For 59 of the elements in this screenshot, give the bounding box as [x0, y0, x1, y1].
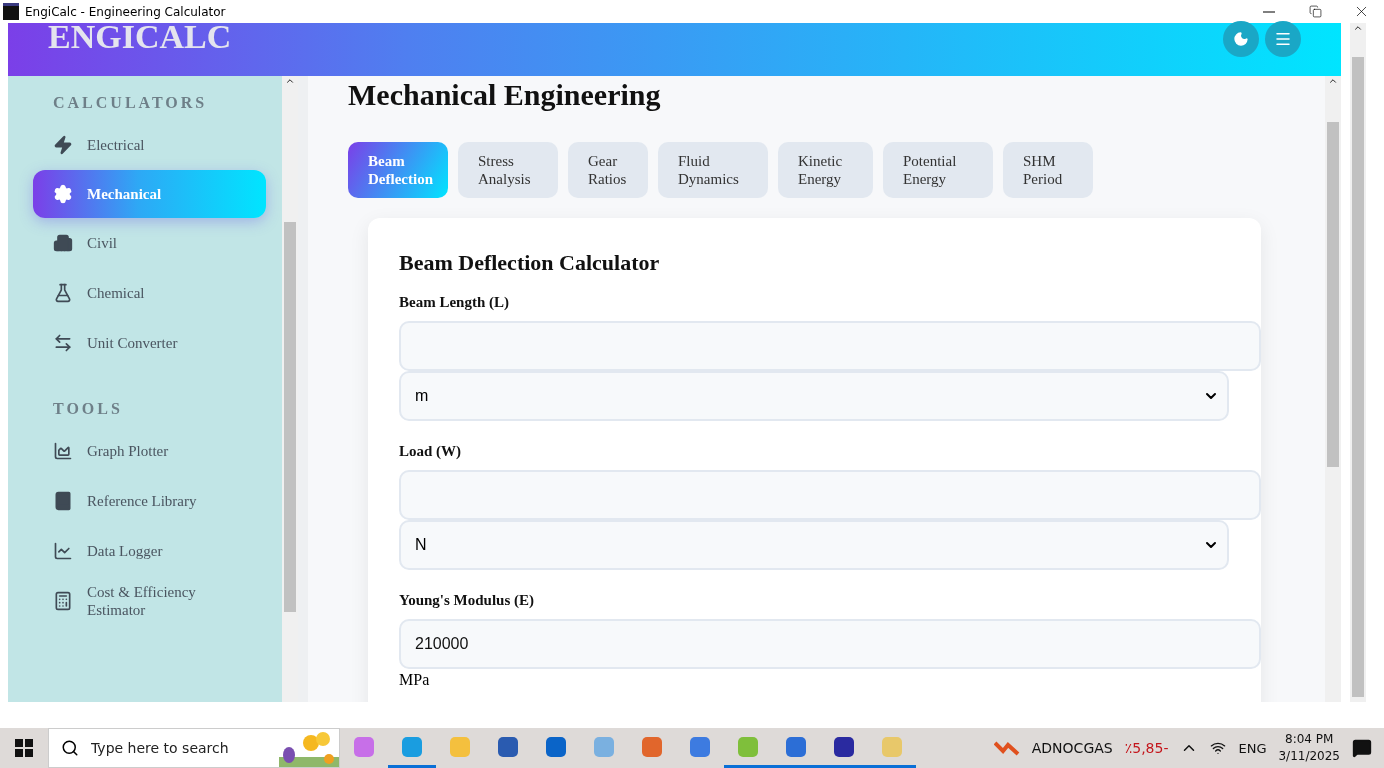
scroll-up-icon[interactable] — [285, 76, 295, 86]
search-icon — [61, 739, 79, 757]
clock[interactable]: 8:04 PM 3/11/2025 — [1278, 731, 1340, 765]
window-scrollbar[interactable] — [1350, 23, 1366, 702]
tab[interactable]: Fluid Dynamics — [658, 142, 768, 198]
line-chart-icon — [53, 541, 73, 561]
scroll-up-icon[interactable] — [1353, 23, 1363, 33]
language-indicator[interactable]: ENG — [1238, 740, 1267, 756]
search-field[interactable]: Type here to search — [89, 739, 263, 757]
menu-button[interactable] — [1265, 20, 1301, 57]
flask-icon — [53, 283, 73, 303]
sidebar-item[interactable]: Chemical — [33, 280, 266, 306]
restore-icon — [1308, 5, 1322, 18]
wifi-icon[interactable] — [1210, 740, 1227, 756]
swap-arrows-icon — [53, 333, 73, 353]
page-title: Mechanical Engineering — [348, 78, 662, 112]
input-field[interactable] — [399, 321, 1261, 371]
dark-mode-button[interactable] — [1223, 20, 1259, 57]
field-label: Beam Length (L) — [399, 294, 510, 311]
sidebar-item[interactable]: Electrical — [33, 132, 266, 158]
unit-label: MPa — [399, 671, 431, 689]
tab[interactable]: Potential Energy — [883, 142, 993, 198]
minimize-icon — [1263, 10, 1275, 13]
area-chart-icon — [53, 441, 73, 461]
sidebar-item[interactable]: Unit Converter — [33, 330, 266, 356]
tab[interactable]: Gear Ratios — [568, 142, 648, 198]
gear-icon — [53, 184, 73, 204]
windows-logo-icon — [15, 739, 33, 757]
field-label: Young's Modulus (E) — [399, 592, 536, 609]
book-icon — [53, 491, 73, 511]
sidebar-item[interactable]: Civil — [33, 230, 266, 256]
stock-name: ADNOCGAS — [1031, 740, 1113, 756]
search-bar[interactable]: Type here to search — [48, 728, 340, 768]
sidebar-item[interactable]: Cost & Efficiency Estimator — [33, 588, 266, 614]
tab[interactable]: Stress Analysis — [458, 142, 558, 198]
sidebar-item[interactable]: Data Logger — [33, 538, 266, 564]
input-field[interactable]: 210000 — [399, 619, 1261, 669]
tab[interactable]: SHM Period — [1003, 142, 1093, 198]
flowers-drawing — [279, 729, 339, 767]
tab[interactable]: Beam Deflection — [348, 142, 448, 198]
section-title: CALCULATORS — [53, 94, 209, 112]
sidebar-item[interactable]: Reference Library — [33, 488, 266, 514]
scroll-up-icon[interactable] — [1328, 76, 1338, 86]
stock-change: ٪5,85- — [1124, 740, 1169, 756]
moon-icon — [1233, 30, 1249, 47]
calculator-icon — [53, 591, 73, 611]
section-title: TOOLS — [53, 400, 124, 418]
window-title: EngiCalc - Engineering Calculator — [25, 4, 227, 19]
field-label: Load (W) — [399, 443, 463, 460]
unit-select[interactable]: N — [399, 520, 1229, 570]
sidebar-item[interactable]: Graph Plotter — [33, 438, 266, 464]
notification-icon[interactable] — [1352, 738, 1372, 758]
bolt-icon — [53, 135, 73, 155]
app-icon — [3, 3, 19, 20]
card-title: Beam Deflection Calculator — [399, 250, 661, 276]
input-field[interactable] — [399, 470, 1261, 520]
stock-chart-icon — [993, 739, 1020, 757]
unit-select[interactable]: m — [399, 371, 1229, 421]
tab[interactable]: Kinetic Energy — [778, 142, 873, 198]
